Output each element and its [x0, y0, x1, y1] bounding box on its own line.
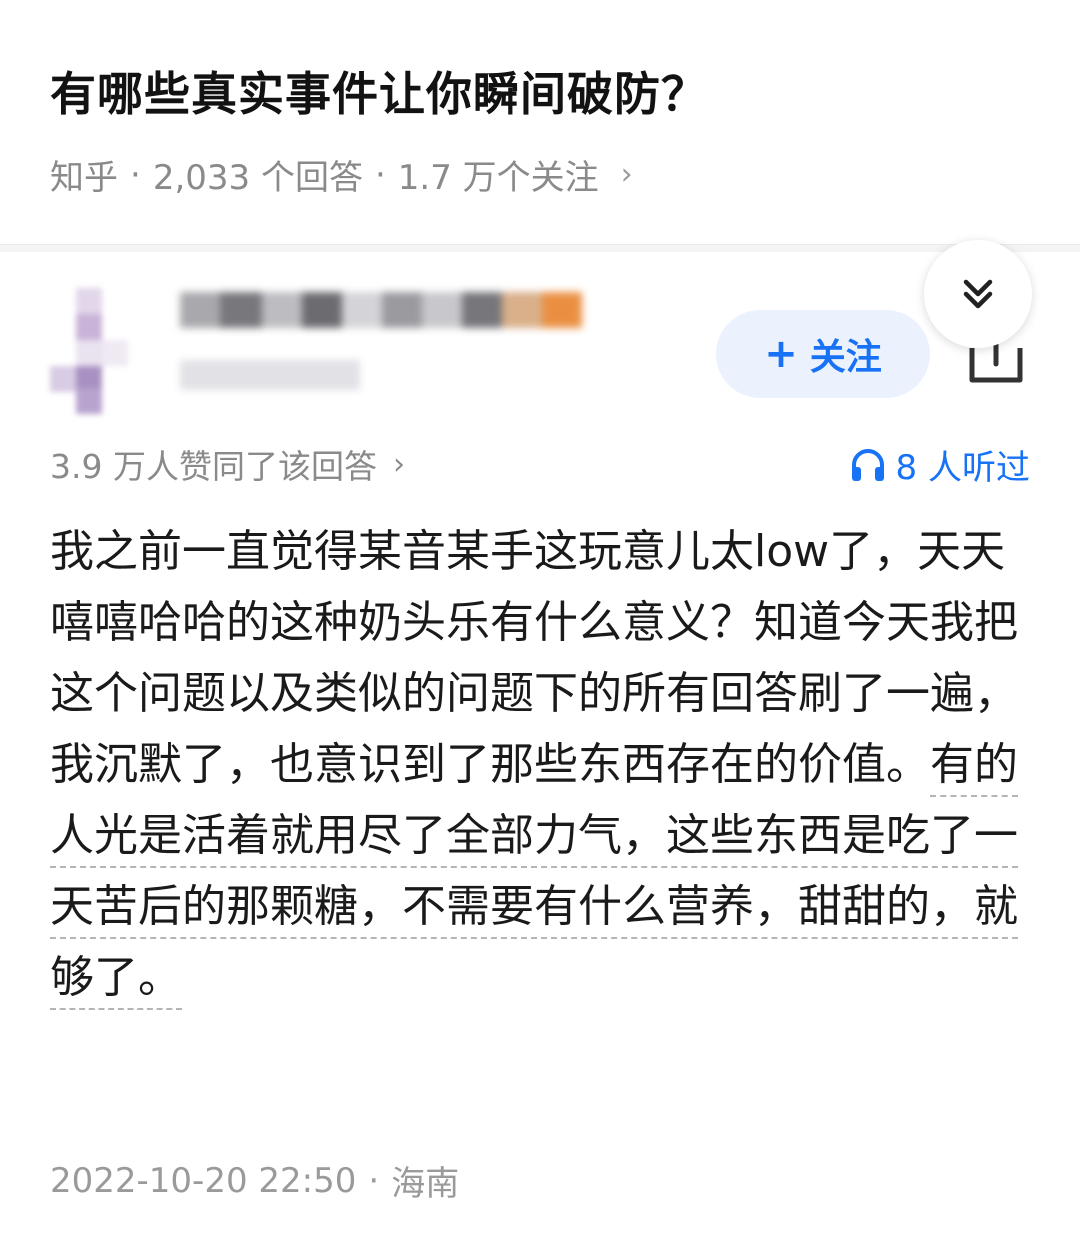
plus-icon: + [764, 331, 798, 377]
avatar[interactable] [50, 288, 130, 414]
footer-separator: · [368, 1160, 380, 1201]
author-row: + 关注 [0, 252, 1080, 432]
answer-count: 2,033 个回答 [152, 158, 363, 198]
question-title[interactable]: 有哪些真实事件让你瞬间破防？ [50, 58, 708, 124]
follow-button[interactable]: + 关注 [716, 310, 930, 398]
answer-datetime: 2022-10-20 22:50 [50, 1160, 357, 1201]
answer-location: 海南 [391, 1164, 460, 1204]
meta-separator: · [130, 154, 141, 195]
answer-stats-row: 3.9 万人赞同了该回答 › 8 人听过 [0, 440, 1080, 496]
section-divider [0, 244, 1080, 252]
chevron-right-icon: › [620, 157, 633, 192]
question-meta[interactable]: 知乎 · 2,033 个回答 · 1.7 万个关注 › [50, 150, 633, 199]
meta-separator: · [374, 154, 386, 195]
follow-label: 关注 [809, 337, 882, 378]
answer-content[interactable]: 我之前一直觉得某音某手这玩意儿太low了，天天嘻嘻哈哈的这种奶头乐有什么意义？知… [50, 516, 1030, 1013]
question-header: 有哪些真实事件让你瞬间破防？ 知乎 · 2,033 个回答 · 1.7 万个关注… [0, 0, 1080, 244]
answer-footer: 2022-10-20 22:50 · 海南 [50, 1156, 459, 1205]
answer-text: 我之前一直觉得某音某手这玩意儿太low了，天天嘻嘻哈哈的这种奶头乐有什么意义？知… [50, 526, 1018, 790]
likes-summary[interactable]: 3.9 万人赞同了该回答 › [50, 440, 405, 488]
listened-text: 8 人听过 [895, 448, 1030, 488]
listened-button[interactable]: 8 人听过 [850, 440, 1030, 489]
source-label: 知乎 [50, 158, 118, 198]
headphones-icon [851, 448, 884, 481]
collapse-button[interactable] [924, 240, 1032, 348]
follower-count: 1.7 万个关注 [397, 158, 599, 198]
likes-text: 3.9 万人赞同了该回答 [50, 447, 377, 486]
chevron-right-icon: › [392, 446, 405, 482]
double-chevron-down-icon [963, 279, 993, 309]
